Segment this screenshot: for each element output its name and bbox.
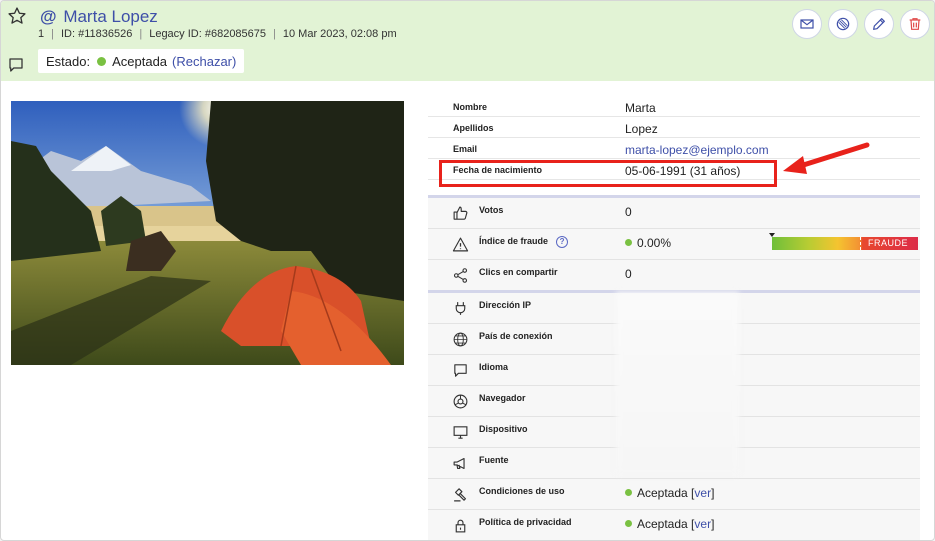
email-link[interactable]: marta-lopez@ejemplo.com	[625, 143, 769, 157]
nombre-label: Nombre	[453, 102, 488, 112]
fraude-label-text: Índice de fraude	[479, 236, 549, 246]
privacidad-label: Política de privacidad	[479, 517, 572, 527]
edit-button[interactable]	[864, 9, 894, 39]
condiciones-value: Aceptada [ver]	[625, 486, 714, 500]
trash-icon	[909, 18, 921, 30]
row-votos: Votos 0	[428, 198, 920, 229]
star-icon[interactable]	[7, 6, 27, 26]
speech-bubble-icon	[454, 364, 467, 377]
entry-photo	[11, 101, 404, 365]
lock-icon	[455, 519, 466, 533]
plug-icon	[455, 302, 466, 315]
participant-name: Marta Lopez	[63, 7, 158, 26]
row-apellidos: Apellidos Lopez	[428, 117, 920, 138]
votos-value: 0	[625, 205, 632, 219]
reject-link[interactable]: (Rechazar)	[172, 54, 236, 69]
privacidad-dot	[625, 520, 632, 527]
entry-datetime: 10 Mar 2023, 02:08 pm	[282, 28, 397, 40]
block-button[interactable]	[828, 9, 858, 39]
help-icon[interactable]: ?	[556, 236, 569, 248]
status-value: Aceptada	[112, 53, 168, 69]
fraud-gauge-label: FRAUDE	[867, 238, 908, 248]
highlight-box	[439, 160, 777, 187]
privacidad-value-text: Aceptada	[637, 517, 688, 531]
fuente-label: Fuente	[479, 455, 509, 465]
apellidos-label: Apellidos	[453, 123, 494, 133]
clics-label: Clics en compartir	[479, 267, 558, 277]
at-icon: @	[40, 7, 57, 26]
fraude-dot	[625, 239, 632, 246]
row-nombre: Nombre Marta	[428, 96, 920, 117]
privacidad-ver-link[interactable]: ver	[694, 517, 711, 531]
apellidos-value: Lopez	[625, 122, 658, 136]
condiciones-value-text: Aceptada	[637, 486, 688, 500]
condiciones-label: Condiciones de uso	[479, 486, 565, 496]
row-privacidad: Política de privacidad Aceptada [ver]	[428, 510, 920, 540]
fraude-value-text: 0.00%	[637, 236, 672, 250]
entry-id: ID: #11836526	[60, 28, 133, 40]
thumbs-up-icon	[453, 206, 468, 220]
email-label: Email	[453, 144, 478, 154]
condiciones-dot	[625, 489, 632, 496]
fraud-threshold-mark	[860, 237, 861, 250]
stats-section: Votos 0 Índice de fraude? 0.00% FRAUDE C…	[428, 195, 920, 291]
participant-name-link[interactable]: @ Marta Lopez	[40, 7, 158, 27]
row-condiciones: Condiciones de uso Aceptada [ver]	[428, 479, 920, 510]
globe-icon	[453, 332, 468, 347]
fraud-gauge-pointer	[769, 233, 775, 237]
row-fraude: Índice de fraude? 0.00% FRAUDE	[428, 229, 920, 260]
share-icon	[453, 268, 468, 283]
email-button[interactable]	[792, 9, 822, 39]
delete-button[interactable]	[900, 9, 930, 39]
status-label: Estado:	[46, 53, 91, 69]
condiciones-ver-link[interactable]: ver	[694, 486, 711, 500]
clics-value: 0	[625, 267, 632, 281]
fraude-value: 0.00%	[625, 236, 671, 250]
entry-meta: 1 | ID: #11836526 | Legacy ID: #682085675 | 10…	[38, 28, 397, 40]
entry-detail-card: @ Marta Lopez 1 | ID: #11836526 | Legacy ID:…	[0, 0, 935, 541]
privacidad-value: Aceptada [ver]	[625, 517, 714, 531]
idioma-label: Idioma	[479, 362, 509, 372]
dispositivo-label: Dispositivo	[479, 424, 528, 434]
browser-icon	[453, 394, 468, 409]
row-clics: Clics en compartir 0	[428, 260, 920, 291]
pencil-icon	[873, 18, 885, 30]
fraude-label: Índice de fraude?	[479, 236, 569, 248]
block-icon	[836, 17, 850, 31]
navegador-label: Navegador	[479, 393, 526, 403]
entry-index: 1	[38, 28, 45, 40]
megaphone-icon	[453, 457, 465, 470]
status-dot	[97, 56, 107, 66]
ip-label: Dirección IP	[479, 300, 532, 310]
redacted-overlay	[616, 292, 739, 475]
legacy-id: Legacy ID: #682085675	[149, 28, 267, 40]
comment-icon[interactable]	[7, 56, 25, 74]
monitor-icon	[453, 426, 468, 439]
mail-icon	[800, 19, 814, 29]
fraud-gauge: FRAUDE	[769, 233, 918, 250]
votos-label: Votos	[479, 205, 504, 215]
pais-label: País de conexión	[479, 331, 553, 341]
nombre-value: Marta	[625, 101, 656, 115]
header-actions	[792, 9, 930, 39]
warning-icon	[452, 237, 469, 252]
status-box: Estado: Aceptada (Rechazar)	[38, 49, 245, 73]
red-arrow-annotation	[783, 142, 870, 174]
entry-header: @ Marta Lopez 1 | ID: #11836526 | Legacy ID:…	[1, 1, 934, 81]
gavel-icon	[454, 488, 467, 502]
